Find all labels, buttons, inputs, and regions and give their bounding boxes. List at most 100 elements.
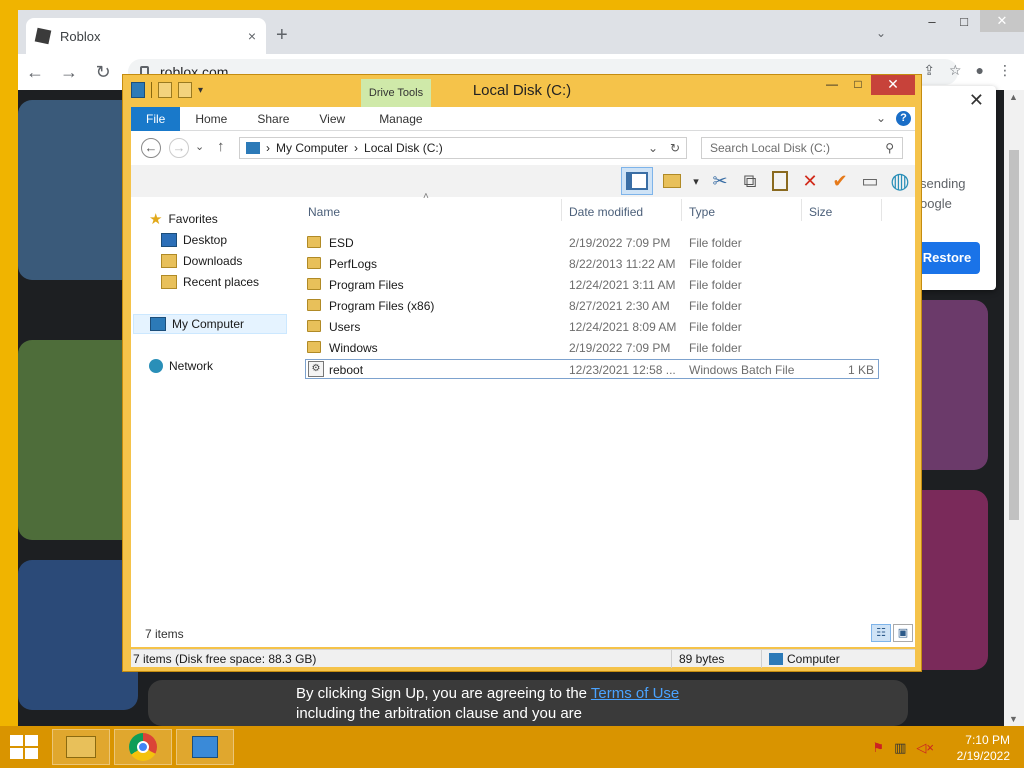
file-date: 2/19/2022 7:09 PM <box>569 236 671 250</box>
chrome-minimize-button[interactable]: – <box>916 10 948 32</box>
taskbar-chrome[interactable] <box>114 729 172 765</box>
nav-desktop[interactable]: Desktop <box>161 230 227 250</box>
recent-locations-icon[interactable]: ⌄ <box>195 140 204 153</box>
file-row-perflogs[interactable]: PerfLogs 8/22/2013 11:22 AM File folder <box>305 254 879 274</box>
forward-button[interactable]: → <box>169 138 189 158</box>
scroll-up-icon[interactable]: ▲ <box>1009 92 1018 102</box>
tab-share[interactable]: Share <box>242 107 304 131</box>
taskbar-file-explorer[interactable] <box>52 729 110 765</box>
back-icon[interactable]: ← <box>18 62 52 83</box>
browser-tab[interactable]: Roblox × <box>26 18 266 54</box>
file-name: PerfLogs <box>329 257 378 271</box>
minimize-button[interactable]: — <box>819 75 845 95</box>
address-separator: › <box>266 141 270 155</box>
nav-network[interactable]: Network <box>149 356 213 376</box>
tab-view[interactable]: View <box>304 107 360 131</box>
profile-icon[interactable]: ● <box>976 62 984 79</box>
address-field[interactable]: › My Computer › Local Disk (C:) ⌄ ↻ <box>239 137 687 159</box>
file-row-reboot[interactable]: ⚙ reboot 12/23/2021 12:58 ... Windows Ba… <box>305 359 879 379</box>
clock[interactable]: 7:10 PM 2/19/2022 <box>957 732 1010 764</box>
new-folder-qat-icon[interactable] <box>178 82 192 98</box>
volume-muted-icon[interactable]: ◁× <box>916 740 934 756</box>
tab-manage[interactable]: Manage <box>364 107 437 131</box>
file-explorer-icon <box>66 736 96 758</box>
reload-icon[interactable]: ↻ <box>86 62 120 83</box>
column-header-size[interactable]: Size <box>809 205 832 219</box>
properties-icon[interactable] <box>158 82 172 98</box>
large-icons-view-icon[interactable]: ▣ <box>893 624 913 642</box>
breadcrumb-my-computer[interactable]: My Computer <box>276 138 348 158</box>
file-row-esd[interactable]: ESD 2/19/2022 7:09 PM File folder <box>305 233 879 253</box>
flag-icon[interactable]: ⚑ <box>872 740 884 756</box>
help-icon[interactable]: ? <box>896 111 911 126</box>
scroll-down-icon[interactable]: ▼ <box>1009 714 1018 724</box>
file-row-users[interactable]: Users 12/24/2021 8:09 AM File folder <box>305 317 879 337</box>
up-button[interactable]: ↑ <box>217 138 225 155</box>
breadcrumb-local-disk[interactable]: Local Disk (C:) <box>364 138 443 158</box>
downloads-icon <box>161 254 177 268</box>
chrome-close-button[interactable]: ✕ <box>980 10 1024 32</box>
file-type: File folder <box>689 257 742 271</box>
tab-home[interactable]: Home <box>180 107 242 131</box>
scrollbar-thumb[interactable] <box>1009 150 1019 520</box>
preview-pane-icon[interactable] <box>621 167 653 195</box>
terms-of-use-link[interactable]: Terms of Use <box>591 685 679 702</box>
details-view-icon[interactable]: ☷ <box>871 624 891 642</box>
column-divider[interactable] <box>561 199 562 221</box>
file-row-windows[interactable]: Windows 2/19/2022 7:09 PM File folder <box>305 338 879 358</box>
column-header-date-modified[interactable]: Date modified <box>569 205 643 219</box>
new-folder-menu-icon[interactable]: ▾ <box>691 170 701 192</box>
qat-customize-icon[interactable]: ▾ <box>198 85 203 96</box>
computer-icon[interactable] <box>131 82 145 98</box>
network-icon[interactable]: ▥ <box>894 740 906 756</box>
nav-my-computer[interactable]: My Computer <box>133 314 287 334</box>
restore-button[interactable]: Restore <box>914 242 980 274</box>
nav-favorites[interactable]: ★ Favorites <box>149 209 218 229</box>
tab-file[interactable]: File <box>131 107 181 131</box>
status-location: Computer <box>787 652 840 666</box>
file-date: 2/19/2022 7:09 PM <box>569 341 671 355</box>
close-button[interactable]: ✕ <box>871 75 915 95</box>
maximize-button[interactable]: □ <box>845 75 871 95</box>
file-name: Program Files (x86) <box>329 299 435 313</box>
taskbar-app[interactable] <box>176 729 234 765</box>
expand-ribbon-icon[interactable]: ⌄ <box>876 111 886 126</box>
column-divider[interactable] <box>681 199 682 221</box>
tab-search-icon[interactable]: ⌄ <box>876 26 886 40</box>
web-icon[interactable]: ◍ <box>889 168 911 193</box>
explorer-title-bar[interactable]: Local Disk (C:) ▾ Drive Tools — □ ✕ <box>123 75 921 107</box>
folder-icon <box>307 341 321 353</box>
new-tab-button[interactable]: + <box>276 24 288 47</box>
file-row-program-files[interactable]: Program Files 12/24/2021 3:11 AM File fo… <box>305 275 879 295</box>
delete-icon[interactable]: ✕ <box>799 170 821 192</box>
refresh-icon[interactable]: ↻ <box>670 138 680 158</box>
nav-downloads[interactable]: Downloads <box>161 251 242 271</box>
column-divider[interactable] <box>801 199 802 221</box>
explorer-window: Local Disk (C:) ▾ Drive Tools — □ ✕ File… <box>122 74 922 672</box>
column-header-name[interactable]: Name <box>308 205 340 219</box>
share-icon[interactable]: ⇪ <box>923 62 935 79</box>
notification-close-icon[interactable]: ✕ <box>969 90 984 111</box>
cut-icon[interactable]: ✂ <box>709 170 731 192</box>
properties-check-icon[interactable]: ✔ <box>829 170 851 192</box>
column-divider[interactable] <box>881 199 882 221</box>
forward-icon[interactable]: → <box>52 62 86 83</box>
clock-time: 7:10 PM <box>965 733 1010 747</box>
file-row-program-files-x86[interactable]: Program Files (x86) 8/27/2021 2:30 AM Fi… <box>305 296 879 316</box>
rename-icon[interactable]: ▭ <box>859 170 881 192</box>
address-dropdown-icon[interactable]: ⌄ <box>648 138 658 158</box>
menu-icon[interactable]: ⋮ <box>998 62 1012 79</box>
chrome-maximize-button[interactable]: □ <box>948 10 980 32</box>
start-button[interactable] <box>10 735 38 759</box>
back-button[interactable]: ← <box>141 138 161 158</box>
page-scrollbar[interactable]: ▲ ▼ <box>1004 90 1024 726</box>
new-folder-icon[interactable] <box>661 170 683 192</box>
column-header-type[interactable]: Type <box>689 205 715 219</box>
search-input[interactable]: Search Local Disk (C:) ⚲ <box>701 137 903 159</box>
copy-icon[interactable]: ⧉ <box>739 170 761 192</box>
tab-close-icon[interactable]: × <box>248 28 256 44</box>
nav-recent-places[interactable]: Recent places <box>161 272 259 292</box>
paste-icon[interactable] <box>769 170 791 192</box>
bookmark-star-icon[interactable]: ☆ <box>949 62 962 79</box>
file-type: File folder <box>689 341 742 355</box>
